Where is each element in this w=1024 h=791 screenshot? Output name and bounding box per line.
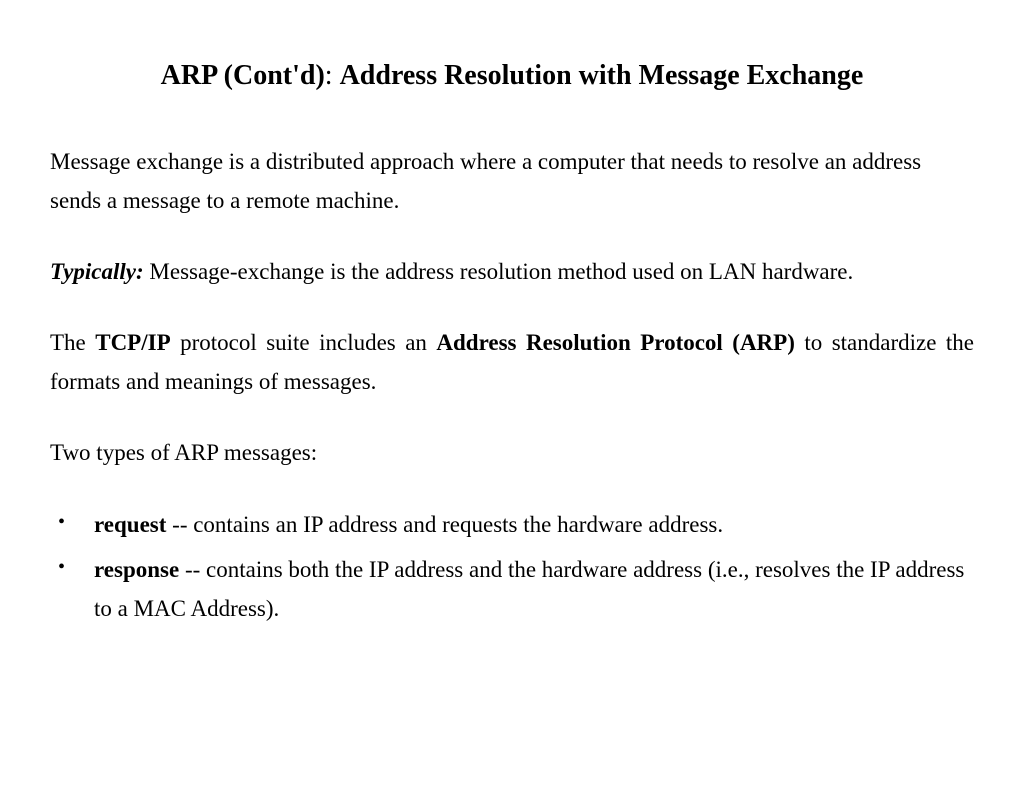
title-separator: : xyxy=(325,60,340,91)
paragraph-two-types: Two types of ARP messages: xyxy=(50,433,974,472)
paragraph-intro: Message exchange is a distributed approa… xyxy=(50,142,974,220)
arp-message-types-list: request -- contains an IP address and re… xyxy=(50,505,974,628)
typically-label: Typically: xyxy=(50,259,144,284)
bullet-desc: -- contains both the IP address and the … xyxy=(94,557,964,621)
p3-part-a: The xyxy=(50,330,95,355)
bullet-term: request xyxy=(94,512,166,537)
typically-text: Message-exchange is the address resoluti… xyxy=(144,259,854,284)
list-item: request -- contains an IP address and re… xyxy=(50,505,974,544)
title-right: Address Resolution with Message Exchange xyxy=(340,60,864,91)
bullet-desc: -- contains an IP address and requests t… xyxy=(166,512,723,537)
title-left: ARP (Cont'd) xyxy=(161,60,325,91)
slide-content: ARP (Cont'd): Address Resolution with Me… xyxy=(0,0,1024,684)
p3-arp: Address Resolution Protocol (ARP) xyxy=(436,330,794,355)
slide-title: ARP (Cont'd): Address Resolution with Me… xyxy=(50,60,974,92)
bullet-term: response xyxy=(94,557,179,582)
p3-part-c: protocol suite includes an xyxy=(171,330,437,355)
list-item: response -- contains both the IP address… xyxy=(50,550,974,628)
paragraph-typically: Typically: Message-exchange is the addre… xyxy=(50,252,974,291)
paragraph-tcpip: The TCP/IP protocol suite includes an Ad… xyxy=(50,323,974,401)
p3-tcpip: TCP/IP xyxy=(95,330,170,355)
